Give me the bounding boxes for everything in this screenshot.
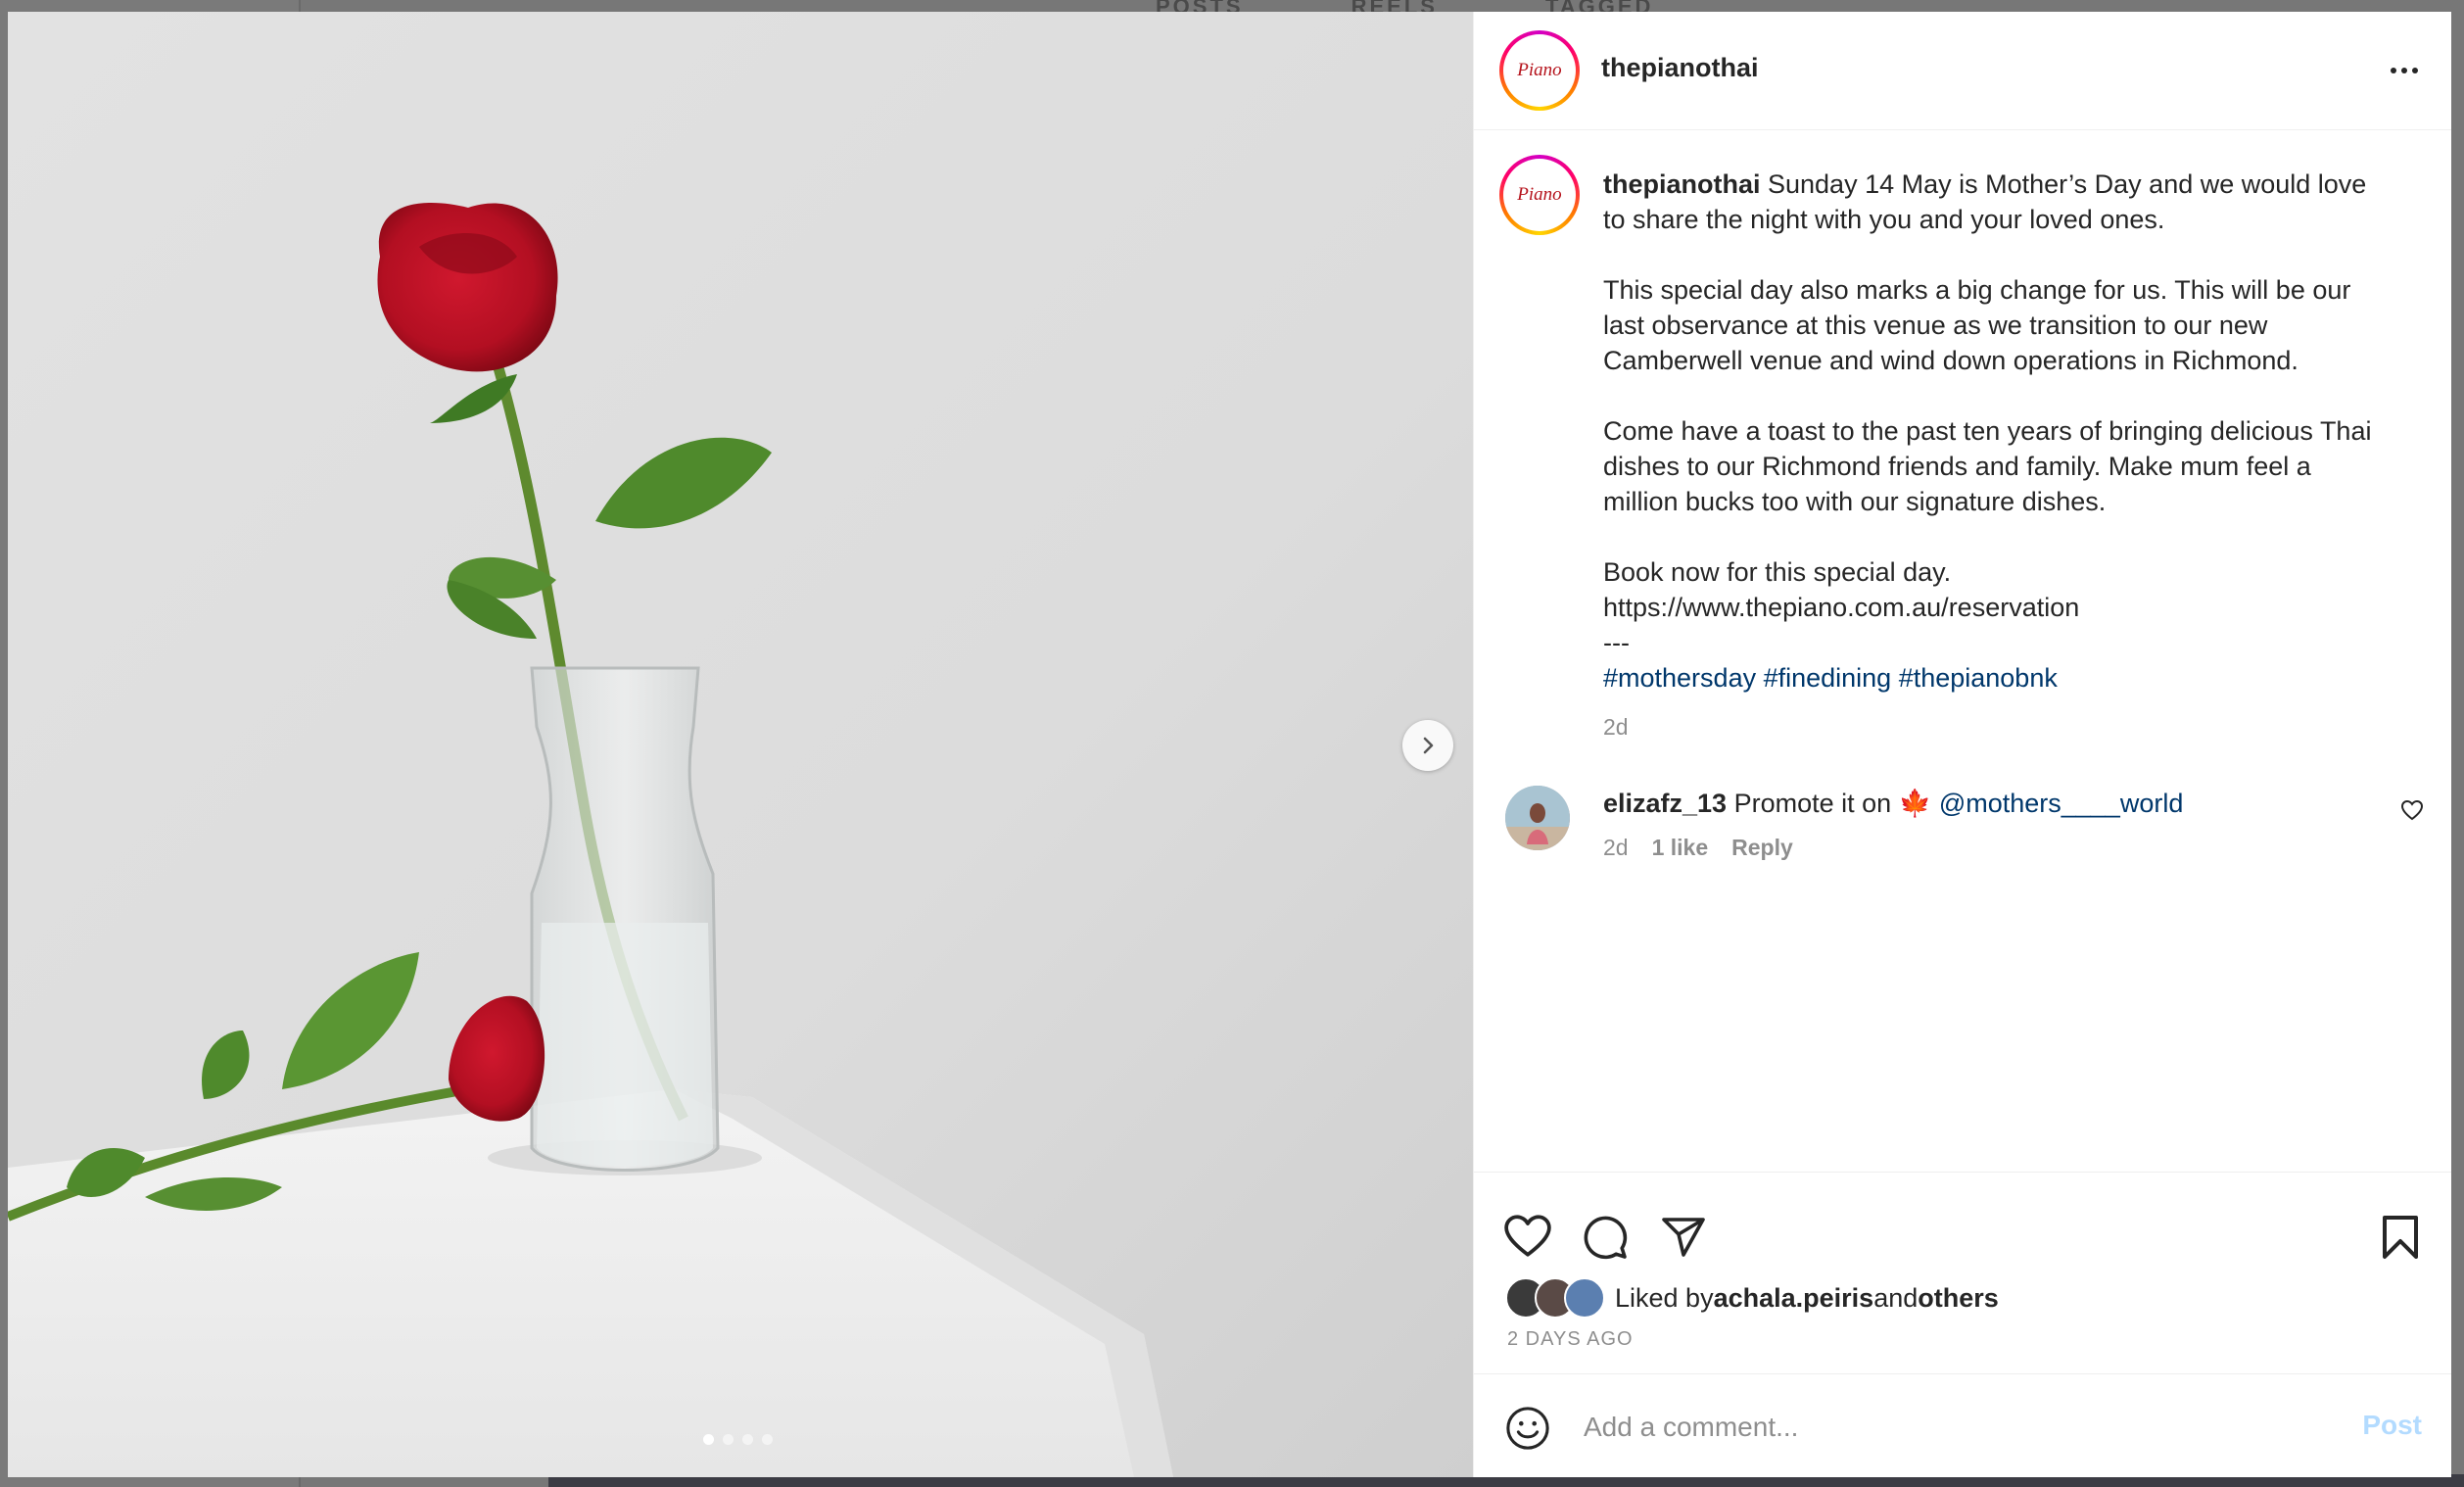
- caption-body: Sunday 14 May is Mother’s Day and we wou…: [1603, 169, 2372, 657]
- avatar-logo-text: Piano: [1517, 60, 1562, 80]
- maple-leaf-emoji: 🍁: [1898, 789, 1932, 818]
- caption-timestamp[interactable]: 2d: [1603, 714, 1629, 741]
- comment-mention[interactable]: @mothers____world: [1939, 789, 2184, 818]
- carousel-indicator: [703, 1434, 773, 1445]
- comment-icon[interactable]: [1582, 1214, 1629, 1261]
- post-media[interactable]: [8, 12, 1473, 1477]
- commenter-avatar[interactable]: [1505, 786, 1570, 850]
- piano-logo: Piano: [1507, 163, 1572, 227]
- post-detail-panel: Piano thepianothai Piano thepianothai Su…: [1473, 12, 2451, 1477]
- comment-item: elizafz_13 Promote it on 🍁 @mothers____w…: [1474, 776, 2451, 893]
- author-avatar[interactable]: Piano: [1499, 30, 1580, 111]
- liked-by-user[interactable]: achala.peiris: [1714, 1283, 1874, 1314]
- comment-meta: 2d 1 like Reply: [1603, 835, 1793, 861]
- liked-by-middle: and: [1873, 1282, 1919, 1313]
- comment-input[interactable]: [1582, 1402, 2291, 1453]
- liked-by-summary: Liked by achala.peiris and others: [1505, 1277, 1999, 1319]
- bookmark-icon[interactable]: [2379, 1214, 2422, 1261]
- carousel-dot: [762, 1434, 773, 1445]
- comment-timestamp[interactable]: 2d: [1603, 835, 1629, 861]
- caption-hashtags[interactable]: #mothersday #finedining #thepianobnk: [1603, 663, 2058, 693]
- rose-vase-photo: [8, 12, 1473, 1477]
- carousel-next-button[interactable]: [1402, 720, 1453, 771]
- smiley-icon[interactable]: [1505, 1406, 1550, 1451]
- carousel-dot: [723, 1434, 734, 1445]
- caption-and-comments: Piano thepianothai Sunday 14 May is Moth…: [1474, 129, 2451, 1185]
- post-date[interactable]: 2 DAYS AGO: [1507, 1328, 1634, 1351]
- paper-plane-icon[interactable]: [1660, 1214, 1707, 1261]
- post-header: Piano thepianothai: [1474, 12, 2451, 130]
- liker-avatar: [1564, 1277, 1605, 1319]
- liked-by-others[interactable]: others: [1918, 1283, 1999, 1314]
- liked-by-prefix: Liked by: [1615, 1282, 1714, 1313]
- post-actions-section: Liked by achala.peiris and others 2 DAYS…: [1474, 1172, 2451, 1388]
- caption-username[interactable]: thepianothai: [1603, 169, 1761, 199]
- carousel-dot-active: [703, 1434, 714, 1445]
- commenter-username[interactable]: elizafz_13: [1603, 789, 1727, 818]
- heart-icon[interactable]: [1503, 1214, 1552, 1259]
- comment-reply-button[interactable]: Reply: [1731, 835, 1793, 861]
- comment-text-line: elizafz_13 Promote it on 🍁 @mothers____w…: [1603, 786, 2183, 821]
- liker-avatars[interactable]: [1505, 1277, 1605, 1319]
- carousel-dot: [742, 1434, 753, 1445]
- more-options-icon[interactable]: [2385, 59, 2424, 82]
- post-caption: thepianothai Sunday 14 May is Mother’s D…: [1603, 167, 2387, 696]
- comment-likes-count[interactable]: 1 like: [1652, 835, 1709, 861]
- post-comment-button[interactable]: Post: [2362, 1410, 2422, 1441]
- add-comment-bar: Post: [1474, 1373, 2451, 1478]
- caption-author-avatar[interactable]: Piano: [1499, 155, 1580, 235]
- comment-like-heart-icon[interactable]: [2400, 799, 2424, 821]
- avatar-logo-text: Piano: [1517, 184, 1562, 205]
- comment-text: Promote it on: [1727, 789, 1899, 818]
- piano-logo: Piano: [1507, 38, 1572, 103]
- author-username[interactable]: thepianothai: [1601, 53, 1759, 83]
- chevron-right-icon: [1423, 737, 1434, 754]
